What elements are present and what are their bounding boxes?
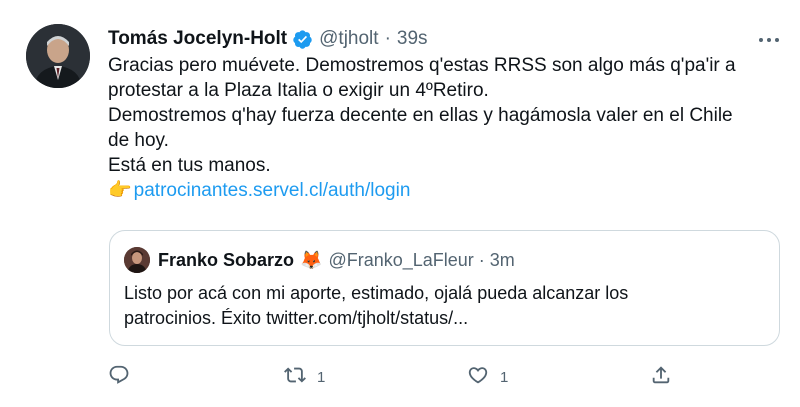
tweet-header: Tomás Jocelyn-Holt @tjholt · 39s [108,27,428,51]
heart-icon [467,364,489,391]
share-button[interactable] [650,364,683,390]
tweet-link[interactable]: patrocinantes.servel.cl/auth/login [134,178,411,203]
like-count: 1 [500,368,509,386]
quoted-author-name: Franko Sobarzo [158,249,295,270]
separator-dot: · [384,28,391,49]
author-name[interactable]: Tomás Jocelyn-Holt [108,28,287,50]
fox-emoji: 🦊 [300,249,323,270]
retweet-count: 1 [317,368,326,386]
quoted-line: patrocinios. Éxito twitter.com/tjholt/st… [124,308,469,328]
tweet-line: Demostremos q'hay fuerza decente en ella… [108,105,733,126]
quoted-tweet-text: Listo por acá con mi aporte, estimado, o… [124,281,764,331]
tweet-line: de hoy. [108,130,169,151]
share-upload-icon [650,364,672,391]
reply-button[interactable] [108,364,141,390]
author-handle[interactable]: @tjholt [319,28,378,50]
tweet-timestamp[interactable]: 39s [397,28,428,50]
pointing-hand-emoji: 👉 [108,180,132,201]
quoted-tweet-header: Franko Sobarzo 🦊 @Franko_LaFleur · 3m [124,247,515,273]
like-button[interactable]: 1 [467,364,508,390]
tweet-line: Gracias pero muévete. Demostremos q'esta… [108,55,736,76]
quoted-tweet[interactable]: Franko Sobarzo 🦊 @Franko_LaFleur · 3m Li… [109,230,780,346]
quoted-line: Listo por acá con mi aporte, estimado, o… [124,283,629,303]
tweet-text: Gracias pero muévete. Demostremos q'esta… [108,53,768,203]
more-horizontal-icon[interactable] [754,30,784,50]
tweet-line: Está en tus manos. [108,155,271,176]
quoted-timestamp: 3m [489,249,515,270]
quoted-author-handle: @Franko_LaFleur [328,249,474,270]
author-avatar[interactable] [26,24,90,88]
tweet-line: protestar a la Plaza Italia o exigir un … [108,80,489,101]
tweet-link-line: 👉 patrocinantes.servel.cl/auth/login [108,178,768,203]
author-avatar-image [26,24,90,88]
retweet-icon [284,364,306,391]
verified-badge-icon [292,29,313,50]
quoted-author-avatar [124,247,150,273]
retweet-button[interactable]: 1 [284,364,325,390]
separator-dot: · [478,249,485,270]
tweet-actions: 1 1 [0,364,800,390]
reply-bubble-icon [108,364,130,391]
